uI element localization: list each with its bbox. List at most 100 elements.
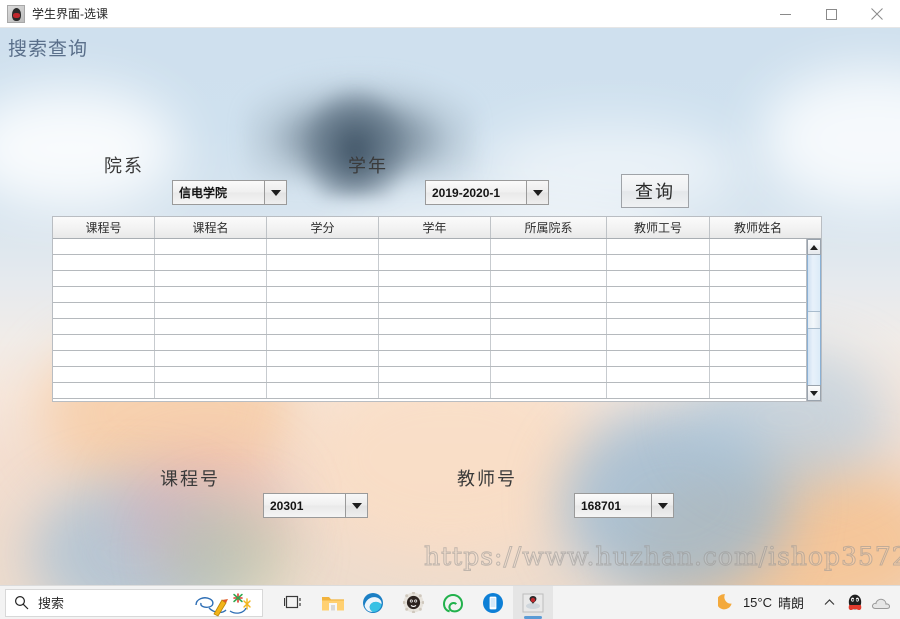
scroll-up-icon[interactable]: [807, 239, 821, 255]
scrollbar-track[interactable]: [807, 255, 821, 385]
year-combobox[interactable]: 2019-2020-1: [425, 180, 549, 205]
table-cell[interactable]: [267, 367, 379, 382]
microsoft-edge-icon[interactable]: [353, 586, 393, 619]
window-titlebar[interactable]: 学生界面-选课: [0, 0, 900, 28]
table-cell[interactable]: [267, 255, 379, 270]
phone-link-icon[interactable]: [473, 586, 513, 619]
table-row[interactable]: [53, 383, 806, 399]
table-cell[interactable]: [379, 367, 491, 382]
table-cell[interactable]: [491, 255, 607, 270]
table-cell[interactable]: [710, 351, 806, 366]
file-explorer-icon[interactable]: [313, 586, 353, 619]
table-cell[interactable]: [710, 271, 806, 286]
scroll-down-icon[interactable]: [807, 385, 821, 401]
table-cell[interactable]: [491, 383, 607, 398]
table-header-cell[interactable]: 课程号: [53, 217, 155, 238]
table-cell[interactable]: [53, 351, 155, 366]
department-combobox[interactable]: 信电学院: [172, 180, 287, 205]
qq-icon[interactable]: [842, 586, 868, 619]
taskbar-search-box[interactable]: 搜索: [5, 588, 263, 617]
navicat-icon[interactable]: [433, 586, 473, 619]
table-cell[interactable]: [491, 351, 607, 366]
table-cell[interactable]: [155, 255, 267, 270]
table-cell[interactable]: [710, 383, 806, 398]
table-cell[interactable]: [491, 287, 607, 302]
table-row[interactable]: [53, 239, 806, 255]
table-cell[interactable]: [53, 319, 155, 334]
dark-circle-app-icon[interactable]: [393, 586, 433, 619]
table-cell[interactable]: [710, 255, 806, 270]
table-cell[interactable]: [53, 303, 155, 318]
table-cell[interactable]: [607, 239, 710, 254]
table-cell[interactable]: [379, 319, 491, 334]
table-cell[interactable]: [267, 383, 379, 398]
table-cell[interactable]: [491, 303, 607, 318]
table-cell[interactable]: [267, 303, 379, 318]
table-cell[interactable]: [155, 383, 267, 398]
table-cell[interactable]: [53, 255, 155, 270]
table-cell[interactable]: [607, 271, 710, 286]
table-cell[interactable]: [607, 319, 710, 334]
show-hidden-icons-button[interactable]: [816, 586, 842, 619]
table-cell[interactable]: [155, 351, 267, 366]
table-cell[interactable]: [155, 239, 267, 254]
table-cell[interactable]: [53, 383, 155, 398]
table-cell[interactable]: [267, 351, 379, 366]
table-cell[interactable]: [379, 239, 491, 254]
table-row[interactable]: [53, 271, 806, 287]
table-cell[interactable]: [379, 335, 491, 350]
table-cell[interactable]: [267, 239, 379, 254]
table-cell[interactable]: [379, 351, 491, 366]
table-cell[interactable]: [607, 367, 710, 382]
table-cell[interactable]: [607, 303, 710, 318]
table-row[interactable]: [53, 255, 806, 271]
table-header-cell[interactable]: 教师姓名: [710, 217, 806, 238]
table-cell[interactable]: [710, 319, 806, 334]
table-vertical-scrollbar[interactable]: [806, 239, 821, 401]
table-header-cell[interactable]: 学年: [379, 217, 491, 238]
table-cell[interactable]: [607, 383, 710, 398]
weather-widget[interactable]: 15°C 晴朗: [716, 591, 804, 615]
table-header-cell[interactable]: 课程名: [155, 217, 267, 238]
cloud-icon[interactable]: [868, 586, 894, 619]
table-cell[interactable]: [710, 239, 806, 254]
table-cell[interactable]: [491, 367, 607, 382]
table-row[interactable]: [53, 319, 806, 335]
table-cell[interactable]: [53, 287, 155, 302]
maximize-button[interactable]: [808, 0, 854, 28]
table-cell[interactable]: [710, 287, 806, 302]
table-body[interactable]: [53, 239, 806, 401]
query-button[interactable]: 查询: [621, 174, 689, 208]
table-row[interactable]: [53, 335, 806, 351]
chevron-down-icon[interactable]: [345, 494, 367, 517]
table-cell[interactable]: [53, 239, 155, 254]
task-view-icon[interactable]: [273, 586, 313, 619]
table-header-cell[interactable]: 所属院系: [491, 217, 607, 238]
chevron-down-icon[interactable]: [651, 494, 673, 517]
chevron-down-icon[interactable]: [264, 181, 286, 204]
table-cell[interactable]: [267, 319, 379, 334]
table-cell[interactable]: [379, 287, 491, 302]
table-cell[interactable]: [491, 335, 607, 350]
chevron-down-icon[interactable]: [526, 181, 548, 204]
table-row[interactable]: [53, 287, 806, 303]
table-cell[interactable]: [710, 303, 806, 318]
table-cell[interactable]: [53, 271, 155, 286]
table-cell[interactable]: [710, 367, 806, 382]
scrollbar-thumb[interactable]: [808, 311, 820, 329]
table-cell[interactable]: [491, 239, 607, 254]
table-cell[interactable]: [155, 271, 267, 286]
table-cell[interactable]: [379, 383, 491, 398]
table-cell[interactable]: [53, 367, 155, 382]
teacher-number-combobox[interactable]: 168701: [574, 493, 674, 518]
table-cell[interactable]: [491, 319, 607, 334]
table-header-cell[interactable]: 学分: [267, 217, 379, 238]
java-app-taskbar-icon[interactable]: [513, 585, 553, 619]
table-cell[interactable]: [607, 255, 710, 270]
table-row[interactable]: [53, 367, 806, 383]
table-cell[interactable]: [155, 367, 267, 382]
table-cell[interactable]: [53, 335, 155, 350]
table-cell[interactable]: [607, 287, 710, 302]
table-cell[interactable]: [379, 255, 491, 270]
table-cell[interactable]: [155, 335, 267, 350]
